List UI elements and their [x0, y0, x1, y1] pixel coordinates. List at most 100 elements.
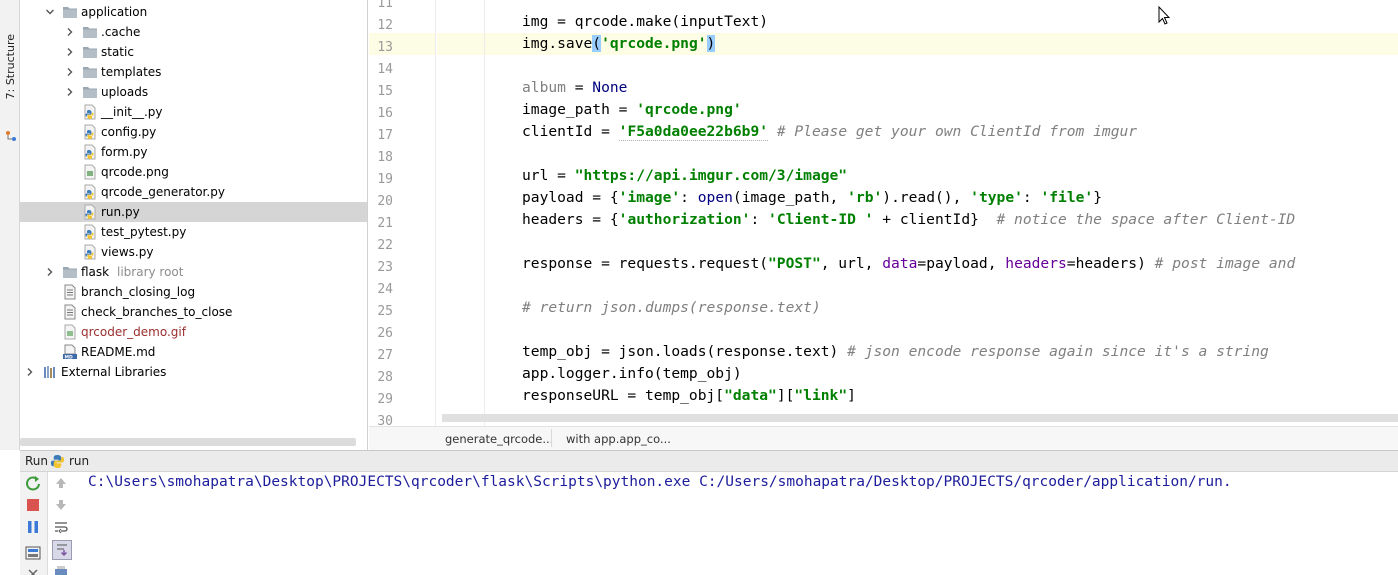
- tree-item-qrcode-generator-py[interactable]: qrcode_generator.py: [20, 182, 367, 202]
- code-line-28[interactable]: app.logger.info(temp_obj): [522, 363, 742, 385]
- line-number: 15: [377, 84, 393, 99]
- code-comment: # notice the space after Client-ID: [996, 211, 1296, 228]
- folder-icon: [62, 264, 78, 280]
- chevron-right-icon[interactable]: [66, 88, 74, 96]
- tree-item-views-py[interactable]: views.py: [20, 242, 367, 262]
- code-line-20[interactable]: payload = {'image': open(image_path, 'rb…: [522, 187, 1102, 209]
- tree-item-cache[interactable]: .cache: [20, 22, 367, 42]
- code-comment: # Please get your own ClientId from imgu…: [768, 123, 1138, 140]
- folder-icon: [82, 44, 98, 60]
- code-string: 'qrcode.png': [601, 35, 707, 52]
- tree-item-label: test_pytest.py: [101, 225, 187, 239]
- code-line-25[interactable]: # return json.dumps(response.text): [522, 297, 821, 319]
- line-number: 26: [377, 326, 393, 341]
- matched-brace: ): [706, 35, 716, 52]
- scroll-up-icon[interactable]: [53, 475, 69, 491]
- code-builtin: open: [697, 189, 733, 206]
- code-line-21[interactable]: headers = {'authorization': 'Client-ID '…: [522, 209, 1295, 231]
- code-line-13[interactable]: img.save('qrcode.png'): [522, 33, 716, 55]
- code-editor[interactable]: 11 12 13 14 15 16 17 18 19 20 21 22 23 24 25 26 27 28 29 30…: [369, 0, 1398, 426]
- layout-icon[interactable]: [25, 545, 41, 561]
- tree-item-run-py[interactable]: run.py: [20, 202, 367, 222]
- close-panel-icon[interactable]: [25, 566, 41, 575]
- tree-item-check-branches-to-close[interactable]: check_branches_to_close: [20, 302, 367, 322]
- tree-item-label: run.py: [101, 205, 140, 219]
- structure-tool-tab[interactable]: 7: Structure: [2, 34, 18, 141]
- tree-item-qrcoder-demo-gif[interactable]: qrcoder_demo.gif: [20, 322, 367, 342]
- structure-icon: [6, 131, 16, 141]
- tree-item-templates[interactable]: templates: [20, 62, 367, 82]
- tree-item-branch-closing-log[interactable]: branch_closing_log: [20, 282, 367, 302]
- code-line-15[interactable]: album = None: [522, 77, 627, 99]
- editor-horizontal-scrollbar[interactable]: [442, 414, 1398, 422]
- code-string: 'qrcode.png': [636, 101, 742, 118]
- tree-item-test-pytest-py[interactable]: test_pytest.py: [20, 222, 367, 242]
- tree-item-flask[interactable]: flask library root: [20, 262, 367, 282]
- tree-item-label: qrcode.png: [101, 165, 169, 179]
- chevron-down-icon[interactable]: [46, 8, 54, 16]
- chevron-right-icon[interactable]: [66, 28, 74, 36]
- code-line-17[interactable]: clientId = 'F5a0da0ee22b6b9' # Please ge…: [522, 121, 1137, 143]
- left-tool-strip: 7: Structure: [0, 0, 20, 450]
- python-file-icon: [82, 224, 98, 240]
- code-text: ][: [776, 387, 795, 404]
- line-number: 25: [377, 304, 393, 319]
- breadcrumb-item-context[interactable]: with app.app_co...: [566, 432, 671, 446]
- scroll-to-end-icon[interactable]: [52, 540, 72, 560]
- chevron-right-icon[interactable]: [46, 268, 54, 276]
- text-file-icon: [62, 304, 78, 320]
- tree-item-application[interactable]: application: [20, 2, 367, 22]
- stop-icon[interactable]: [25, 497, 41, 513]
- python-file-icon: [82, 204, 98, 220]
- tree-item-readme-md[interactable]: MD README.md: [20, 342, 367, 362]
- code-line-12[interactable]: img = qrcode.make(inputText): [522, 11, 768, 33]
- print-icon[interactable]: [53, 564, 69, 575]
- line-number: 13: [377, 40, 393, 55]
- code-text: img = qrcode.make(inputText): [522, 13, 769, 30]
- code-text: + clientId}: [873, 211, 997, 228]
- tree-item-label: config.py: [101, 125, 157, 139]
- code-line-23[interactable]: response = requests.request("POST", url,…: [522, 253, 1295, 275]
- code-line-27[interactable]: temp_obj = json.loads(response.text) # j…: [522, 341, 1269, 363]
- code-line-16[interactable]: image_path = 'qrcode.png': [522, 99, 742, 121]
- line-number: 27: [377, 348, 393, 363]
- code-line-19[interactable]: url = "https://api.imgur.com/3/image": [522, 165, 847, 187]
- code-string: 'file': [1040, 189, 1094, 206]
- chevron-right-icon[interactable]: [66, 48, 74, 56]
- tree-item-sublabel: library root: [117, 265, 184, 279]
- tree-item-init-py[interactable]: __init__.py: [20, 102, 367, 122]
- line-number: 22: [377, 238, 393, 253]
- run-config-tab[interactable]: run: [69, 454, 89, 468]
- rerun-icon[interactable]: [25, 475, 41, 491]
- scroll-down-icon[interactable]: [53, 497, 69, 513]
- code-comment: # post image and: [1154, 255, 1296, 272]
- tree-item-form-py[interactable]: form.py: [20, 142, 367, 162]
- pause-icon[interactable]: [25, 519, 41, 535]
- tree-item-label: External Libraries: [61, 365, 167, 379]
- soft-wrap-icon[interactable]: [53, 519, 69, 535]
- project-tree-scrollbar[interactable]: [20, 438, 356, 446]
- line-number: 17: [377, 128, 393, 143]
- code-text: =headers): [1066, 255, 1155, 272]
- line-number: 20: [377, 194, 393, 209]
- breadcrumb-item-function[interactable]: generate_qrcode...: [445, 432, 553, 446]
- tree-item-external-libraries[interactable]: External Libraries: [20, 362, 367, 382]
- fold-column: [435, 0, 437, 426]
- code-comment: # json encode response again since it's …: [847, 343, 1269, 360]
- tree-item-qrcode-png[interactable]: qrcode.png: [20, 162, 367, 182]
- chevron-right-icon[interactable]: [66, 68, 74, 76]
- run-console[interactable]: C:\Users\smohapatra\Desktop\PROJECTS\qrc…: [76, 472, 1398, 575]
- tree-item-static[interactable]: static: [20, 42, 367, 62]
- code-line-29[interactable]: responseURL = temp_obj["data"]["link"]: [522, 385, 856, 407]
- tree-item-uploads[interactable]: uploads: [20, 82, 367, 102]
- tree-item-config-py[interactable]: config.py: [20, 122, 367, 142]
- code-text: :: [680, 189, 698, 206]
- breadcrumb: generate_qrcode... with app.app_co...: [369, 426, 1398, 450]
- code-text: response = requests.request(: [522, 255, 769, 272]
- folder-icon: [82, 64, 98, 80]
- tree-item-label: qrcoder_demo.gif: [81, 325, 186, 339]
- code-string: 'image': [618, 189, 681, 206]
- line-number: 19: [377, 172, 393, 187]
- folder-icon: [82, 84, 98, 100]
- chevron-right-icon[interactable]: [26, 368, 34, 376]
